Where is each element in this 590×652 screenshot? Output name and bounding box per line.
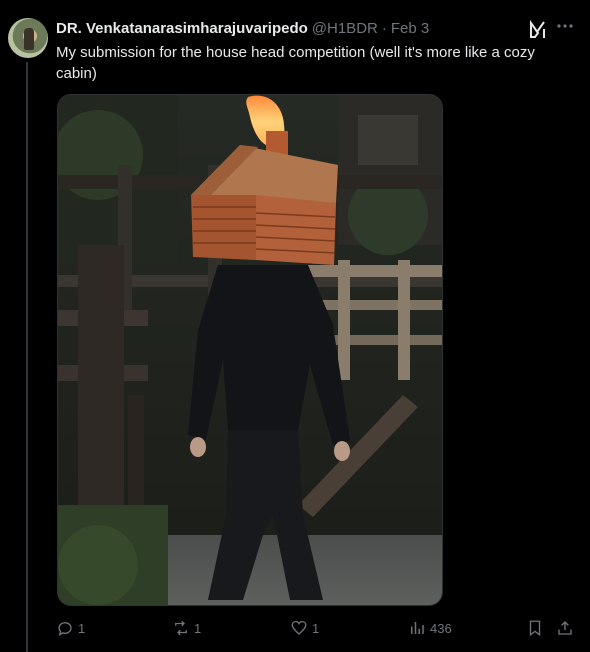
heart-icon — [291, 620, 307, 635]
repost-icon — [175, 620, 187, 636]
tweet-text: My submission for the house head competi… — [56, 44, 535, 82]
tweet-photo[interactable] — [57, 94, 443, 606]
grok-icon[interactable] — [528, 19, 548, 40]
views-count: 436 — [430, 620, 452, 636]
share-icon — [558, 621, 572, 635]
share-button[interactable] — [556, 616, 574, 640]
repost-count: 1 — [194, 620, 202, 636]
post-date[interactable]: Feb 3 — [391, 20, 429, 37]
like-count: 1 — [312, 620, 320, 636]
views-button[interactable]: 436 — [408, 616, 452, 640]
views-icon — [411, 622, 424, 634]
bookmark-icon — [529, 620, 541, 637]
author-handle[interactable]: @H1BDR — [312, 20, 378, 37]
like-button[interactable]: 1 — [290, 616, 319, 640]
tweet[interactable]: DR. Venkatanarasimharajuvaripedo @H1BDR … — [0, 0, 590, 652]
more-options-icon[interactable] — [552, 16, 578, 36]
reply-button[interactable]: 1 — [56, 616, 85, 640]
repost-button[interactable]: 1 — [172, 616, 201, 640]
tweet-actions: 1 1 1 436 — [56, 616, 582, 640]
reply-count: 1 — [78, 620, 86, 636]
thread-line — [26, 62, 28, 652]
avatar[interactable] — [8, 18, 48, 58]
tweet-header: DR. Venkatanarasimharajuvaripedo @H1BDR … — [56, 18, 526, 38]
author-name[interactable]: DR. Venkatanarasimharajuvaripedo — [56, 20, 308, 37]
separator-dot: · — [381, 19, 387, 37]
bookmark-button[interactable] — [526, 616, 544, 640]
reply-icon — [58, 622, 72, 637]
